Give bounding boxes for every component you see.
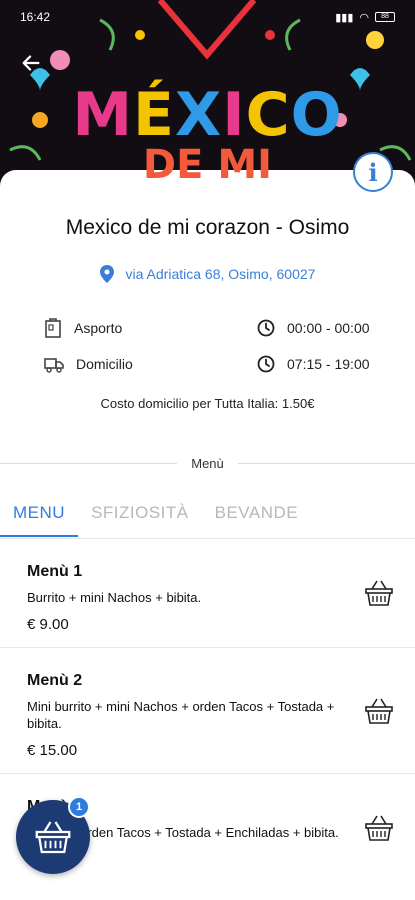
hero-title-letter: C [245,80,291,150]
menu-item[interactable]: Menù 2 Mini burrito + mini Nachos + orde… [0,647,415,773]
basket-icon [365,580,393,606]
divider-line [0,463,178,464]
restaurant-name: Mexico de mi corazon - Osimo [65,216,350,239]
back-button[interactable] [14,46,48,80]
clock-icon [257,355,275,373]
delivery-truck-icon [44,358,64,373]
takeaway-bag-icon [45,318,61,338]
delivery-fee-text: Costo domicilio per Tutta Italia: 1.50€ [100,396,315,411]
tab-sfiziosita[interactable]: SFIZIOSITÀ [78,497,202,537]
service-takeaway: Asporto [44,318,122,338]
address-link[interactable]: via Adriatica 68, Osimo, 60027 [0,265,415,283]
item-price: € 15.00 [27,742,78,759]
hero-title: MÉXICO [0,80,415,150]
hero-title-letter: M [72,80,134,150]
category-tabs: MENU SFIZIOSITÀ BEVANDE [0,497,415,537]
hero-banner: 16:42 ▮▮▮ ◠ 88 MÉXICO DE MI [0,0,415,190]
add-to-basket-button[interactable] [361,575,397,611]
info-button[interactable]: i [353,152,393,192]
arrow-left-icon [22,55,40,71]
hero-title-letter: É [133,80,176,150]
item-name: Menù 1 [27,563,83,580]
service-delivery: Domicilio [44,355,133,373]
tab-bevande[interactable]: BEVANDE [202,497,312,537]
item-description: Burrito + mini Nachos + bibita. [27,590,202,605]
item-description: Mini burrito + mini Nachos + orden Tacos… [27,699,335,731]
battery-icon: 88 [375,12,395,22]
cart-button[interactable]: 1 [16,796,90,874]
service-hours: 07:15 - 19:00 [257,355,373,373]
section-label: Menù [191,456,224,471]
service-hours: 00:00 - 00:00 [257,319,373,337]
basket-icon [365,815,393,841]
hero-subtitle: DE MI [142,142,273,188]
hero-title-letter: X [175,80,223,150]
menu-item[interactable]: Menù 1 Burrito + mini Nachos + bibita. €… [0,538,415,647]
wifi-icon: ◠ [359,11,369,24]
hero-title-letter: O [290,80,343,150]
service-label: Domicilio [76,356,133,372]
service-label: Asporto [74,320,123,336]
hero-title-letter: I [222,80,246,150]
divider-line [237,463,415,464]
status-bar: 16:42 ▮▮▮ ◠ 88 [0,0,415,34]
tab-menu[interactable]: MENU [0,497,79,537]
service-row-takeaway: Asporto 00:00 - 00:00 [44,318,373,338]
add-to-basket-button[interactable] [361,810,397,846]
signal-icon: ▮▮▮ [335,11,354,24]
status-icons: ▮▮▮ ◠ 88 [335,11,395,24]
service-hours-text: 00:00 - 00:00 [287,320,370,336]
item-name: Menù 2 [27,672,83,689]
item-price: € 9.00 [27,616,69,633]
service-row-delivery: Domicilio 07:15 - 19:00 [44,355,373,373]
info-icon: i [368,157,378,187]
service-hours-text: 07:15 - 19:00 [287,356,370,372]
map-pin-icon [99,265,114,283]
basket-icon [365,698,393,724]
basket-icon [35,821,71,854]
add-to-basket-button[interactable] [361,693,397,729]
section-divider: Menù [0,456,415,471]
address-text: via Adriatica 68, Osimo, 60027 [125,266,316,282]
cart-count-badge: 1 [68,796,90,818]
status-time: 16:42 [20,10,51,24]
clock-icon [257,319,275,337]
